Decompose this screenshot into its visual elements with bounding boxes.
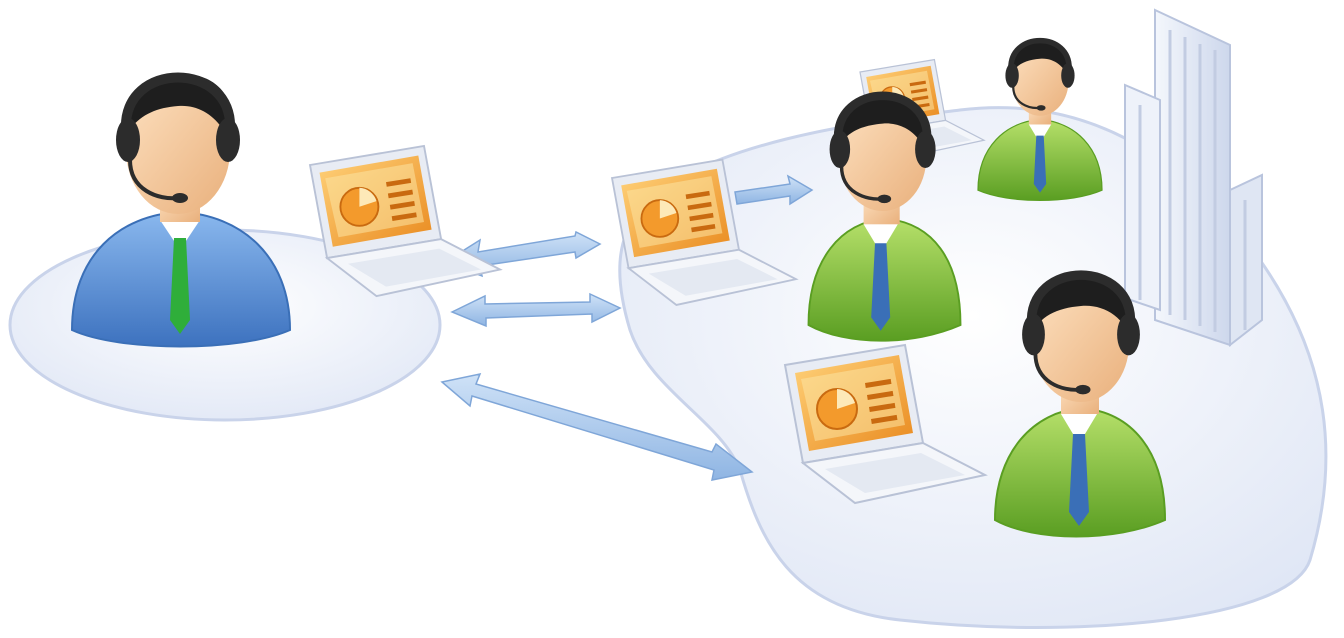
- presenter-icon: [70, 74, 292, 348]
- office-building-icon: [1124, 8, 1263, 348]
- diagram-canvas: [8, 8, 1328, 629]
- web-conference-diagram: [0, 0, 1344, 638]
